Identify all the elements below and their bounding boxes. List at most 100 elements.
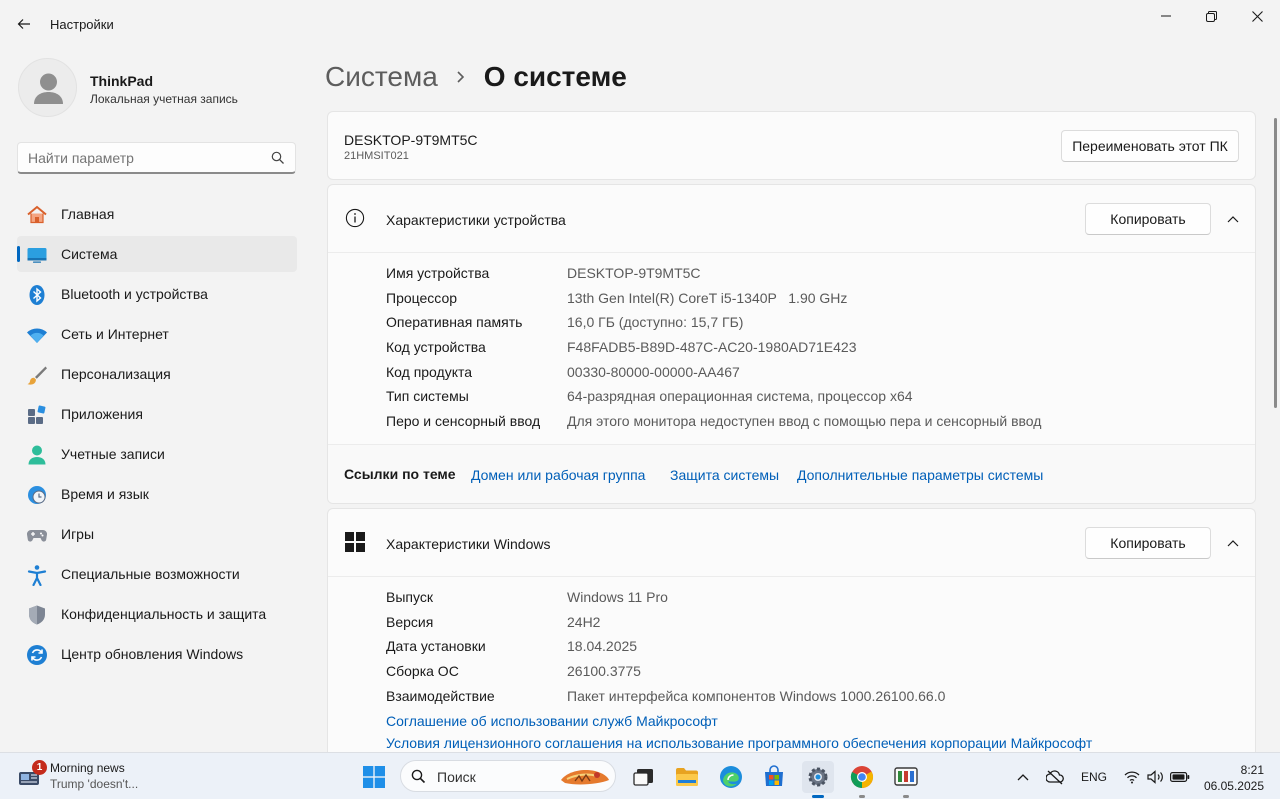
pc-name-card: DESKTOP-9T9MT5C 21HMSIT021 Переименовать… xyxy=(327,111,1256,180)
chevron-up-icon[interactable] xyxy=(1225,211,1241,227)
close-icon xyxy=(1251,10,1263,22)
copy-device-specs-button[interactable]: Копировать xyxy=(1085,203,1211,235)
chevron-up-icon[interactable] xyxy=(1013,767,1033,787)
sidebar-item-gaming[interactable]: Игры xyxy=(17,516,297,552)
sidebar-item-time-language[interactable]: Время и язык xyxy=(17,476,297,512)
sidebar-item-label: Центр обновления Windows xyxy=(61,646,244,662)
spec-label: Дата установки xyxy=(386,638,486,655)
running-indicator xyxy=(812,795,824,798)
store-icon xyxy=(765,765,783,786)
sidebar-item-privacy[interactable]: Конфиденциальность и защита xyxy=(17,596,297,632)
link-system-protection[interactable]: Защита системы xyxy=(670,467,779,483)
file-explorer-button[interactable] xyxy=(671,761,703,793)
profile-account-type: Локальная учетная запись xyxy=(90,92,238,106)
minimize-button[interactable] xyxy=(1143,0,1189,32)
system-icon xyxy=(26,244,48,266)
running-indicator xyxy=(903,795,909,798)
battery-icon[interactable] xyxy=(1170,767,1190,787)
pc-name: DESKTOP-9T9MT5C xyxy=(344,132,478,148)
brush-icon xyxy=(26,364,48,386)
sidebar-item-label: Персонализация xyxy=(61,366,171,382)
spec-label: Сборка ОС xyxy=(386,663,459,680)
clock-globe-icon xyxy=(26,484,48,506)
device-specs-section: Характеристики устройства Копировать Имя… xyxy=(327,184,1256,504)
shield-icon xyxy=(26,604,48,626)
task-view-button[interactable] xyxy=(628,761,660,793)
spec-value: 26100.3775 xyxy=(567,663,641,680)
spec-value: F48FADB5-B89D-487C-AC20-1980AD71E423 xyxy=(567,339,857,356)
device-specs-header[interactable]: Характеристики устройства Копировать xyxy=(328,185,1255,253)
chevron-right-icon xyxy=(456,70,466,84)
link-microsoft-services-agreement[interactable]: Соглашение об использовании служб Майкро… xyxy=(386,713,718,729)
spec-label: Процессор xyxy=(386,289,458,306)
sidebar-item-bluetooth[interactable]: Bluetooth и устройства xyxy=(17,276,297,312)
edge-icon xyxy=(720,766,742,788)
sidebar-item-label: Главная xyxy=(61,206,115,222)
spec-label: Тип системы xyxy=(386,388,469,405)
taskbar: 1 Morning news Trump 'doesn't... Поиск E… xyxy=(0,752,1280,799)
apps-icon xyxy=(26,404,48,426)
search-icon xyxy=(411,769,426,789)
sidebar-item-apps[interactable]: Приложения xyxy=(17,396,297,432)
link-microsoft-license-terms[interactable]: Условия лицензионного соглашения на испо… xyxy=(386,735,1092,751)
sidebar-item-label: Сеть и Интернет xyxy=(61,326,169,342)
restore-button[interactable] xyxy=(1188,0,1234,32)
clock-date: 06.05.2025 xyxy=(1203,779,1264,793)
back-arrow-icon xyxy=(17,19,30,29)
taskbar-search[interactable]: Поиск xyxy=(400,760,616,792)
link-advanced-system-settings[interactable]: Дополнительные параметры системы xyxy=(797,467,1043,483)
sidebar-item-label: Система xyxy=(61,246,118,262)
sidebar-item-label: Приложения xyxy=(61,406,143,422)
settings-search[interactable] xyxy=(17,142,296,174)
page-title: О системе xyxy=(483,61,627,92)
notification-badge: 1 xyxy=(32,760,47,775)
link-domain-workgroup[interactable]: Домен или рабочая группа xyxy=(471,467,645,483)
store-button[interactable] xyxy=(758,761,790,793)
sidebar-item-system[interactable]: Система xyxy=(17,236,297,272)
spec-label: Код продукта xyxy=(386,363,473,380)
sidebar-item-network[interactable]: Сеть и Интернет xyxy=(17,316,297,352)
related-links-title: Ссылки по теме xyxy=(344,466,456,482)
system-clock[interactable]: 8:21 06.05.2025 xyxy=(1204,762,1264,794)
search-icon xyxy=(271,151,285,170)
file-explorer-icon xyxy=(676,768,698,786)
close-button[interactable] xyxy=(1234,0,1280,32)
language-indicator[interactable]: ENG xyxy=(1081,770,1107,784)
profile-name: ThinkPad xyxy=(90,73,154,89)
wifi-icon[interactable] xyxy=(1122,767,1142,787)
news-widget[interactable]: 1 Morning news Trump 'doesn't... xyxy=(12,759,212,795)
back-button[interactable] xyxy=(10,10,38,38)
chevron-up-icon[interactable] xyxy=(1225,535,1241,551)
home-icon xyxy=(26,204,48,226)
sidebar-item-label: Игры xyxy=(61,526,95,542)
sidebar-item-home[interactable]: Главная xyxy=(17,196,297,232)
user-profile[interactable]: ThinkPad Локальная учетная запись xyxy=(18,58,298,118)
start-button[interactable] xyxy=(358,761,390,793)
breadcrumb-parent[interactable]: Система xyxy=(325,61,438,93)
task-view-icon xyxy=(633,769,653,786)
sidebar-item-windows-update[interactable]: Центр обновления Windows xyxy=(17,636,297,672)
scrollbar[interactable] xyxy=(1274,118,1277,408)
search-input[interactable] xyxy=(28,150,258,166)
bluetooth-icon xyxy=(26,284,48,306)
spec-value: 13th Gen Intel(R) CoreT i5-1340P 1.90 GH… xyxy=(567,289,848,306)
rename-pc-button[interactable]: Переименовать этот ПК xyxy=(1061,130,1239,162)
edge-button[interactable] xyxy=(715,761,747,793)
spec-value: 64-разрядная операционная система, проце… xyxy=(567,388,913,405)
running-indicator xyxy=(859,795,865,798)
account-icon xyxy=(26,444,48,466)
sidebar-item-accessibility[interactable]: Специальные возможности xyxy=(17,556,297,592)
windows-specs-title: Характеристики Windows xyxy=(386,536,551,552)
vpn-icon[interactable] xyxy=(1045,767,1065,787)
device-specs-title: Характеристики устройства xyxy=(386,212,566,228)
pinned-app-button[interactable] xyxy=(890,761,922,793)
spec-label: Перо и сенсорный ввод xyxy=(386,413,541,430)
windows-specs-header[interactable]: Характеристики Windows Копировать xyxy=(328,509,1255,577)
chrome-button[interactable] xyxy=(846,761,878,793)
settings-button[interactable] xyxy=(802,761,834,793)
copy-windows-specs-button[interactable]: Копировать xyxy=(1085,527,1211,559)
breadcrumb: Система О системе xyxy=(325,59,627,95)
sidebar-item-accounts[interactable]: Учетные записи xyxy=(17,436,297,472)
sidebar-item-personalization[interactable]: Персонализация xyxy=(17,356,297,392)
volume-icon[interactable] xyxy=(1146,767,1166,787)
